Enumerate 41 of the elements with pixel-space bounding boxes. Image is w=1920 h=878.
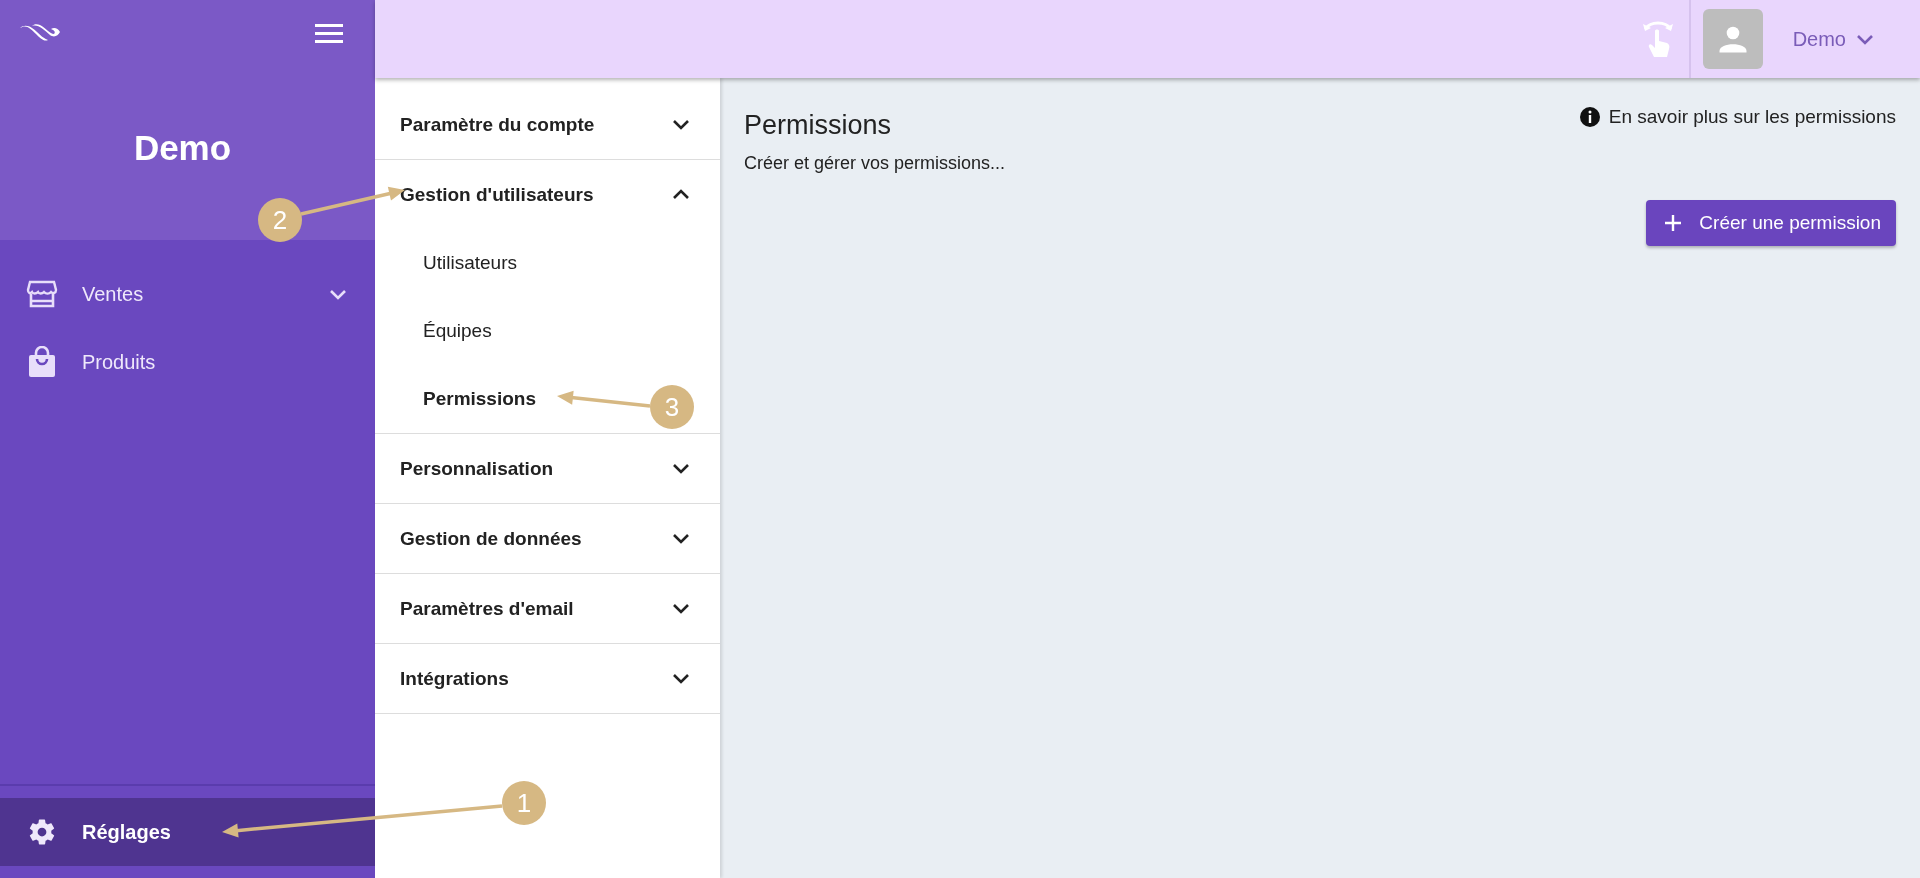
section-header[interactable]: Paramètre du compte bbox=[375, 90, 720, 159]
submenu-item[interactable]: Équipes bbox=[423, 320, 492, 342]
store-icon bbox=[26, 280, 58, 308]
page-subtitle: Créer et gérer vos permissions... bbox=[744, 153, 1006, 174]
chevron-down-icon bbox=[672, 119, 690, 130]
help-link[interactable]: En savoir plus sur les permissions bbox=[1608, 106, 1896, 128]
callout-number: 1 bbox=[516, 788, 532, 818]
menu-icon[interactable] bbox=[315, 23, 343, 43]
chevron-down-icon bbox=[672, 673, 690, 684]
touch-gesture-icon[interactable] bbox=[1640, 19, 1675, 59]
callout-number: 3 bbox=[664, 392, 680, 422]
chevron-up-icon bbox=[672, 189, 690, 200]
chevron-down-icon bbox=[672, 463, 690, 474]
page-title: Permissions bbox=[744, 110, 893, 141]
callout-badge bbox=[502, 781, 546, 825]
section-header[interactable]: Gestion d'utilisateurs bbox=[375, 160, 720, 229]
shopping-bag-icon bbox=[26, 346, 58, 378]
chevron-down-icon bbox=[1856, 33, 1874, 45]
submenu-item[interactable]: Permissions bbox=[423, 388, 536, 410]
nav-label: Produits bbox=[82, 350, 157, 374]
callout-number: 2 bbox=[272, 205, 288, 235]
create-permission-button[interactable]: Créer une permission bbox=[1646, 200, 1896, 246]
settings-nav-item[interactable]: Réglages bbox=[0, 798, 375, 866]
user-menu[interactable]: Demo bbox=[1786, 26, 1880, 52]
nav-item[interactable]: Produits bbox=[0, 328, 375, 396]
nav-item[interactable]: Ventes bbox=[0, 260, 375, 328]
plus-icon bbox=[1664, 214, 1683, 232]
section-header[interactable]: Intégrations bbox=[375, 644, 720, 713]
section-header[interactable]: Paramètres d'email bbox=[375, 574, 720, 643]
section-header[interactable]: Personnalisation bbox=[375, 434, 720, 503]
chevron-down-icon bbox=[672, 603, 690, 614]
info-icon bbox=[1578, 106, 1601, 128]
nav-label: Réglages bbox=[82, 820, 172, 844]
callout-badge bbox=[650, 385, 694, 429]
chevron-down-icon bbox=[672, 533, 690, 544]
callout-badge bbox=[258, 198, 302, 242]
nav-label: Ventes bbox=[82, 282, 145, 306]
account-name: Demo bbox=[132, 128, 233, 168]
section-header[interactable]: Gestion de données bbox=[375, 504, 720, 573]
avatar[interactable] bbox=[1702, 9, 1763, 69]
submenu-item[interactable]: Utilisateurs bbox=[423, 252, 517, 274]
